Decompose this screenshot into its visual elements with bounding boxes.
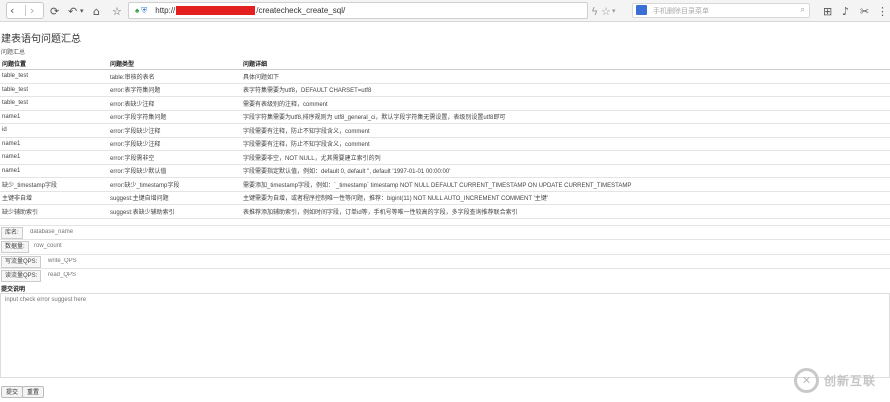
- row-count-label: 数据量:: [1, 241, 29, 253]
- cell-location: 主键非自增: [0, 191, 108, 205]
- cell-type: suggest:主键自增问题: [108, 191, 241, 205]
- nav-divider: [25, 5, 26, 16]
- cell-location: name1: [0, 110, 108, 124]
- cell-location: name1: [0, 150, 108, 165]
- secure-leaf-icon: ♠: [135, 6, 140, 15]
- address-dropdown-icon[interactable]: ▾: [612, 3, 616, 19]
- table-row: table_test error:表字符集问题 表字符集需要为utf8，DEFAUL…: [0, 83, 890, 97]
- watermark: ✕ 创新互联: [790, 358, 890, 402]
- cell-detail: 具体问题如下: [241, 69, 890, 84]
- cell-type: error:缺少_timestamp字段: [108, 177, 241, 192]
- table-row: table_test error:表缺少注释 需要有表级别的注释，comment: [0, 96, 890, 111]
- cell-detail: 需要添加_timestamp字段，例如：`_timestamp` timesta…: [241, 177, 890, 192]
- shield-icon: ⛨: [141, 5, 148, 15]
- cell-detail: 字段字符集需要为utf8,排序规则为 utf8_general_ci，默认字段字…: [241, 110, 890, 124]
- read-qps-input[interactable]: [48, 270, 348, 280]
- cell-type: error:表字符集问题: [108, 83, 241, 97]
- cell-location: table_test: [0, 96, 108, 111]
- header-type: 问题类型: [108, 58, 241, 70]
- cell-detail: 字段需要指定默认值，例如：default 0, default '', defa…: [241, 164, 890, 178]
- form-row-write-qps: 写流量QPS:: [0, 254, 890, 268]
- search-engine-icon[interactable]: [636, 5, 647, 15]
- url-path: /createcheck_create_sql/: [256, 6, 346, 15]
- search-icon[interactable]: ⌕: [801, 5, 805, 15]
- cell-location: 缺少辅助索引: [0, 204, 108, 219]
- table-row: 缺少辅助索引 suggest:表缺少辅助索引 表推荐添加辅助索引，例如时间字段，订单…: [0, 204, 890, 219]
- table-row: 主键非自增 suggest:主键自增问题 主键需要为自增，或者程序控制唯一性等问题，…: [0, 191, 890, 205]
- cell-type: error:表缺少注释: [108, 96, 241, 111]
- scissors-icon[interactable]: ✂: [860, 3, 869, 19]
- url-prefix: http://: [155, 6, 176, 15]
- speaker-icon[interactable]: ♪: [842, 3, 849, 19]
- cell-type: error:字段缺少默认值: [108, 164, 241, 178]
- table-row: name1 error:字段需非空 字段需要非空，NOT NULL，尤其需要建立索引…: [0, 150, 890, 165]
- table-header-row: 问题位置 问题类型 问题详细: [0, 58, 890, 70]
- undo-dropdown-icon[interactable]: ▾: [80, 3, 84, 19]
- cell-detail: 表推荐添加辅助索引，例如时间字段，订单id等，手机号等唯一性较高的字段，多字段查…: [241, 204, 890, 219]
- database-label: 库名:: [1, 227, 23, 239]
- cell-location: table_test: [0, 69, 108, 84]
- reset-button[interactable]: 重置: [22, 386, 45, 398]
- sidebar-icon[interactable]: ⊞: [823, 3, 832, 19]
- form-row-database: 库名:: [0, 225, 890, 239]
- cell-location: table_test: [0, 83, 108, 97]
- submit-button[interactable]: 提交: [1, 386, 24, 398]
- cell-detail: 字段需要有注释，防止不知字段含义，comment: [241, 137, 890, 151]
- cell-type: error:字段字符集问题: [108, 110, 241, 124]
- cell-type: table:审核的表名: [108, 69, 241, 84]
- header-detail: 问题详细: [241, 58, 890, 70]
- table-row: 缺少_timestamp字段 error:缺少_timestamp字段 需要添加_t…: [0, 177, 890, 192]
- issues-subheading: 问题汇总: [1, 50, 26, 56]
- cell-type: error:字段缺少注释: [108, 137, 241, 151]
- write-qps-label: 写流量QPS:: [1, 256, 42, 268]
- cell-type: error:字段缺少注释: [108, 123, 241, 138]
- cell-location: name1: [0, 137, 108, 151]
- search-box[interactable]: 手机删除目录菜单 ⌕: [632, 3, 810, 18]
- watermark-text: 创新互联: [824, 373, 877, 388]
- cell-type: suggest:表缺少辅助索引: [108, 204, 241, 219]
- cell-location: id: [0, 123, 108, 138]
- explain-textarea[interactable]: [0, 293, 890, 378]
- cell-detail: 表字符集需要为utf8，DEFAULT CHARSET=utf8: [241, 83, 890, 97]
- cell-detail: 需要有表级别的注释，comment: [241, 96, 890, 111]
- forward-button-icon[interactable]: ›: [30, 3, 34, 18]
- table-row: name1 error:字段缺少注释 字段需要有注释，防止不知字段含义，commen…: [0, 137, 890, 151]
- url-redaction: [176, 6, 256, 15]
- search-placeholder: 手机删除目录菜单: [653, 7, 709, 15]
- cell-detail: 主键需要为自增，或者程序控制唯一性等问题，推荐：bigint(11) NOT N…: [241, 191, 890, 205]
- table-row: id error:字段缺少注释 字段需要有注释，防止不知字段含义，comment: [0, 123, 890, 138]
- cell-location: 缺少_timestamp字段: [0, 177, 108, 192]
- lightning-icon[interactable]: ϟ: [591, 3, 598, 19]
- form-row-rows: 数据量:: [0, 239, 890, 253]
- back-button-icon[interactable]: ‹: [10, 3, 14, 18]
- cell-location: name1: [0, 164, 108, 178]
- write-qps-input[interactable]: [48, 256, 348, 266]
- issues-table: 问题位置 问题类型 问题详细 table_test table:审核的表名 具体问题…: [0, 58, 890, 219]
- home-icon[interactable]: ⌂: [93, 3, 100, 19]
- read-qps-label: 读流量QPS:: [1, 270, 42, 282]
- cell-detail: 字段需要有注释，防止不知字段含义，comment: [241, 123, 890, 138]
- header-location: 问题位置: [0, 58, 108, 70]
- menu-icon[interactable]: ⋮: [877, 3, 888, 19]
- undo-icon[interactable]: ↶: [68, 3, 77, 19]
- nav-buttons: ‹ ›: [6, 2, 44, 19]
- database-name-input[interactable]: [30, 227, 330, 237]
- cell-detail: 字段需要非空，NOT NULL，尤其需要建立索引的列: [241, 150, 890, 165]
- form-row-read-qps: 读流量QPS:: [0, 268, 890, 282]
- table-row: name1 error:字段缺少默认值 字段需要指定默认值，例如：default 0…: [0, 164, 890, 178]
- watermark-logo-icon: ✕: [794, 367, 819, 393]
- row-count-input[interactable]: [34, 241, 334, 251]
- browser-toolbar: ‹ › ⟳ ↶ ▾ ⌂ ☆ ♠ ⛨ http:// /createcheck_c…: [0, 0, 890, 22]
- explain-label: 提交说明: [1, 287, 26, 293]
- address-bar[interactable]: ♠ ⛨ http:// /createcheck_create_sql/: [128, 2, 588, 19]
- refresh-icon[interactable]: ⟳: [50, 3, 59, 19]
- bookmark-star-icon[interactable]: ☆: [112, 3, 122, 19]
- page-title: 建表语句问题汇总: [1, 34, 81, 45]
- cell-type: error:字段需非空: [108, 150, 241, 165]
- table-row: table_test table:审核的表名 具体问题如下: [0, 69, 890, 84]
- table-row: name1 error:字段字符集问题 字段字符集需要为utf8,排序规则为 utf…: [0, 110, 890, 124]
- favorite-icon[interactable]: ☆: [601, 3, 611, 19]
